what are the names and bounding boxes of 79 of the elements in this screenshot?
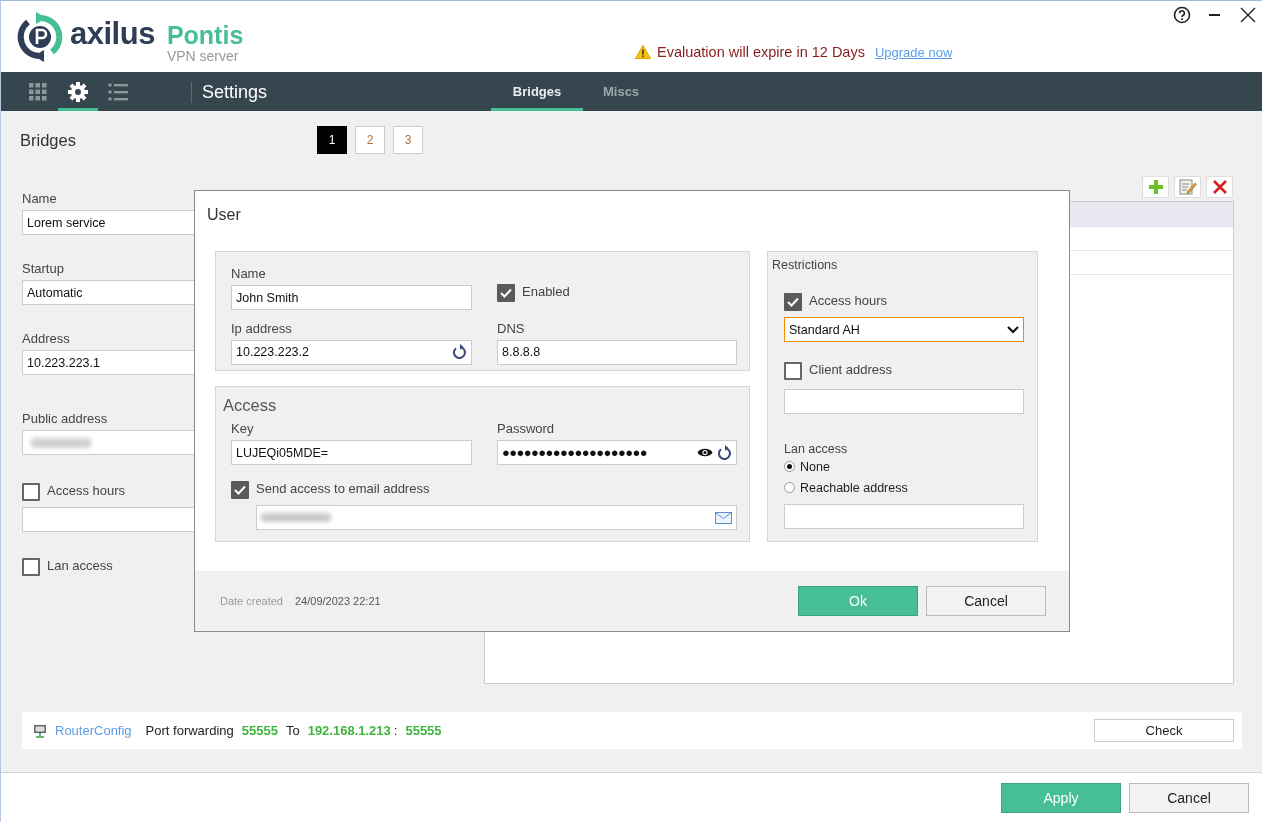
refresh-icon[interactable] (452, 344, 467, 360)
dialog-title: User (206, 205, 242, 225)
product-name: Pontis (166, 22, 244, 48)
field-label: Address (22, 331, 70, 346)
field-label: Ip address (231, 320, 292, 336)
field-label: Name (231, 266, 266, 281)
page-button[interactable]: 2 (355, 126, 385, 154)
field-label: Public address (22, 411, 108, 426)
password-field[interactable]: ●●●●●●●●●●●●●●●●●●●● (497, 440, 737, 465)
input-field[interactable]: 8.8.8.8 (497, 339, 737, 365)
checkbox[interactable] (22, 483, 40, 501)
edit-icon (1178, 179, 1197, 195)
cancel-button[interactable]: Cancel (926, 586, 1046, 616)
check-button[interactable]: Check (1094, 719, 1234, 742)
product-subtitle: VPN server (166, 49, 240, 63)
cancel-button[interactable]: Cancel (1129, 783, 1249, 813)
dropdown[interactable]: Standard AH (784, 317, 1024, 342)
field-label: DNS (497, 320, 525, 336)
section-title: Bridges (20, 130, 77, 150)
radio-button[interactable] (784, 482, 795, 493)
port-number: 55555 (241, 723, 278, 738)
chevron-down-icon[interactable] (1007, 325, 1019, 334)
settings-icon (68, 81, 88, 102)
help-icon[interactable] (1173, 6, 1191, 24)
field-label: Name (22, 191, 57, 206)
checkbox-label: Client address (809, 362, 893, 377)
checkbox-label: Access hours (47, 483, 126, 498)
radio-label: None (800, 459, 830, 474)
brand-name: axilus (70, 16, 155, 52)
checkbox[interactable] (497, 284, 515, 302)
blurred-text (31, 437, 91, 448)
radio-button[interactable] (784, 461, 795, 472)
delete-button[interactable] (1206, 176, 1233, 198)
field-label: Startup (22, 261, 64, 276)
field-label: Lan access (784, 442, 849, 456)
warning-icon (635, 45, 651, 59)
input-field[interactable]: LUJEQi05MDE= (231, 440, 472, 465)
blurred-text (261, 513, 331, 522)
page-button[interactable]: 3 (393, 126, 423, 154)
group-title: Restrictions (772, 258, 838, 272)
radio-label: Reachable address (800, 480, 908, 495)
checkbox-label: Access hours (809, 293, 888, 308)
checkbox[interactable] (22, 558, 40, 576)
page-button[interactable]: 1 (317, 126, 347, 154)
input-field[interactable]: 10.223.223.2 (231, 339, 472, 365)
date-label: Date created (220, 595, 283, 607)
checkbox[interactable] (231, 481, 249, 499)
checkbox[interactable] (784, 362, 802, 380)
date-value: 24/09/2023 22:21 (295, 595, 381, 607)
checkbox-label: Send access to email address (256, 481, 430, 496)
add-icon (1148, 180, 1163, 194)
delete-icon (1212, 180, 1227, 194)
port-number: 55555 (405, 723, 442, 738)
input-field[interactable] (256, 505, 737, 530)
group-title: Access (223, 396, 277, 414)
to-label: To (285, 723, 300, 738)
input-field[interactable]: John Smith (231, 285, 472, 310)
eye-icon[interactable] (697, 447, 713, 458)
input-field[interactable] (784, 504, 1024, 529)
field-label: Password (497, 421, 555, 436)
tab[interactable]: Miscs (583, 72, 660, 111)
checkbox-label: Lan access (47, 558, 113, 573)
input-field[interactable] (784, 389, 1024, 414)
checkbox[interactable] (784, 293, 802, 311)
checkbox-label: Enabled (522, 284, 570, 299)
field-label: Key (231, 421, 254, 436)
list-icon (108, 82, 128, 101)
page-title: Settings (202, 81, 268, 104)
separator: : (393, 723, 398, 738)
logo-icon (16, 12, 64, 62)
close-icon[interactable] (1239, 6, 1257, 24)
port-forwarding-label: Port forwarding (145, 723, 234, 738)
edit-button[interactable] (1174, 176, 1201, 198)
refresh-icon[interactable] (717, 444, 732, 461)
evaluation-notice: Evaluation will expire in 12 Days (657, 44, 865, 60)
grid-icon (29, 82, 47, 101)
ip-address: 192.168.1.213 (307, 723, 391, 738)
mail-icon (715, 511, 732, 524)
router-icon (33, 723, 47, 738)
